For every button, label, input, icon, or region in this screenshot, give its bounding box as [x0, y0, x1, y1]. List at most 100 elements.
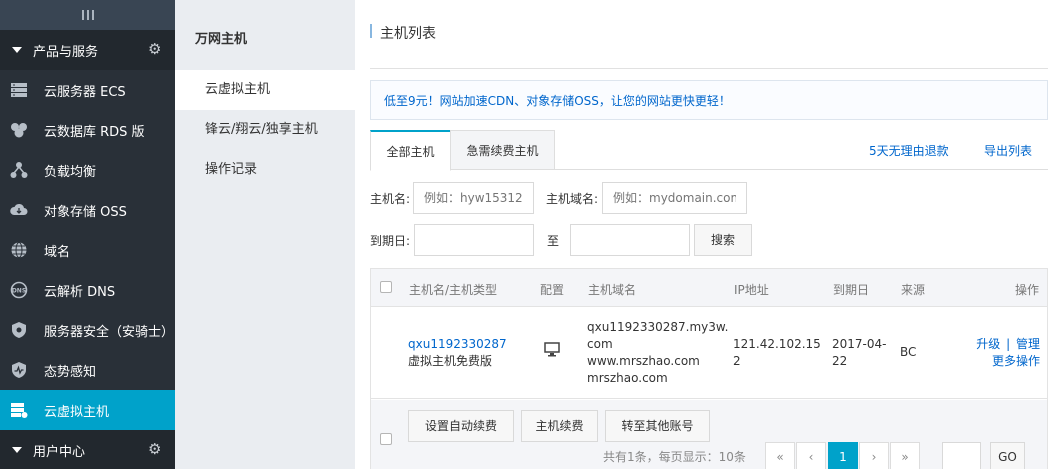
refund-link[interactable]: 5天无理由退款	[869, 142, 949, 159]
monitor-icon[interactable]	[544, 342, 560, 362]
subnav-title: 万网主机	[195, 32, 248, 47]
host-name-label: 主机名:	[370, 192, 411, 206]
expire-date-wrap: 22	[832, 354, 848, 368]
gear-icon[interactable]: ⚙	[148, 442, 163, 457]
host-table: 主机名/主机类型 配置 主机域名 IP地址 到期日 来源 操作 qxu11923…	[370, 268, 1048, 469]
sidebar-item-label: 态势感知	[44, 364, 97, 380]
dns-icon: DNS	[10, 281, 28, 299]
gear-icon[interactable]: ⚙	[148, 42, 163, 57]
host-name-link[interactable]: qxu1192330287	[408, 336, 507, 353]
page-header: 主机列表	[370, 0, 1048, 69]
database-icon	[10, 121, 28, 139]
sidebar-item-label: 云服务器 ECS	[44, 84, 126, 100]
load-balancer-icon	[10, 161, 28, 179]
table-row: qxu1192330287 虚拟主机免费版 qxu1192330287.my3w…	[371, 307, 1047, 399]
sidebar-item-security[interactable]: 服务器安全（安骑士）	[0, 310, 175, 350]
more-actions-link[interactable]: 更多操作	[976, 353, 1040, 370]
sidebar-group-products[interactable]: 产品与服务 ⚙	[0, 30, 175, 70]
pager-page-1[interactable]: 1	[828, 442, 858, 469]
domain-line: www.mrszhao.com	[587, 354, 700, 368]
upgrade-link[interactable]: 升级	[976, 337, 1000, 351]
situation-awareness-icon	[10, 361, 28, 379]
table-footer: 设置自动续费 主机续费 转至其他账号 共有1条，每页显示：10条 « ‹ 1 ›…	[371, 400, 1047, 469]
expire-start-input[interactable]	[414, 224, 534, 256]
search-button[interactable]: 搜索	[694, 224, 752, 256]
page-jump-input[interactable]	[942, 442, 981, 469]
expire-end-input[interactable]	[570, 224, 690, 256]
host-name-input[interactable]	[413, 182, 534, 214]
page-title: 主机列表	[380, 26, 436, 42]
manage-link[interactable]: 管理	[1016, 337, 1040, 351]
sidebar-item-label: 域名	[44, 244, 71, 260]
col-ip: IP地址	[734, 283, 769, 297]
col-expire: 到期日	[833, 283, 870, 297]
ip-address: 121.42.102.15	[733, 337, 821, 351]
table-header: 主机名/主机类型 配置 主机域名 IP地址 到期日 来源 操作	[371, 269, 1047, 307]
shield-icon	[10, 321, 28, 339]
date-range-to-label: 至	[547, 234, 560, 248]
renew-button[interactable]: 主机续费	[521, 410, 598, 442]
tab-renewal-hosts[interactable]: 急需续费主机	[450, 130, 555, 170]
action-separator: |	[1006, 337, 1011, 351]
host-tabs: 全部主机 急需续费主机 5天无理由退款 导出列表	[370, 130, 1048, 171]
grip-icon	[81, 10, 94, 20]
domain-input[interactable]	[602, 182, 747, 214]
domain-line: qxu1192330287.my3w.	[587, 320, 729, 334]
sidebar-group-label: 产品与服务	[33, 44, 99, 60]
caret-down-icon	[12, 447, 22, 453]
sidebar-item-slb[interactable]: 负载均衡	[0, 150, 175, 190]
sidebar-item-label: 云解析 DNS	[44, 284, 116, 300]
sidebar-item-label: 负载均衡	[44, 164, 97, 180]
select-all-checkbox[interactable]	[380, 281, 392, 293]
col-domain: 主机域名	[588, 283, 637, 297]
col-actions: 操作	[1015, 283, 1040, 297]
sidebar-collapse-toggle[interactable]	[0, 0, 175, 30]
sidebar-group-label: 用户中心	[33, 444, 86, 460]
pager-first[interactable]: «	[765, 442, 795, 469]
sidebar-item-label: 服务器安全（安骑士）	[44, 324, 175, 340]
sidebar-item-rds[interactable]: 云数据库 RDS 版	[0, 110, 175, 150]
col-config: 配置	[540, 283, 565, 297]
host-type: 虚拟主机免费版	[408, 354, 493, 368]
domain-label: 主机域名:	[546, 192, 599, 206]
sidebar-item-label: 云虚拟主机	[44, 404, 110, 420]
sub-navigation: 万网主机 云虚拟主机 锋云/翔云/独享主机 操作记录	[175, 0, 355, 469]
sidebar-item-label: 对象存储 OSS	[44, 204, 127, 220]
col-host-name: 主机名/主机类型	[409, 283, 498, 297]
tab-all-hosts[interactable]: 全部主机	[370, 130, 451, 171]
main-content: 主机列表 低至9元！网站加速CDN、对象存储OSS，让您的网站更快更轻！ 全部主…	[370, 0, 1048, 469]
subnav-item-dedicated-host[interactable]: 锋云/翔云/独享主机	[175, 110, 355, 150]
select-all-footer-checkbox[interactable]	[380, 433, 392, 445]
ip-address-wrap: 2	[733, 354, 741, 368]
sidebar-group-user-center[interactable]: 用户中心 ⚙	[0, 430, 175, 469]
sidebar-item-virtual-host[interactable]: 云虚拟主机	[0, 390, 175, 430]
title-accent-bar	[370, 24, 372, 38]
main-sidebar: 产品与服务 ⚙ 云服务器 ECS 云数据库 RDS 版 负载均衡 对象存储 OS…	[0, 0, 175, 469]
cloud-storage-icon	[10, 201, 28, 219]
auto-renew-button[interactable]: 设置自动续费	[408, 410, 514, 442]
sidebar-item-ecs[interactable]: 云服务器 ECS	[0, 70, 175, 110]
col-source: 来源	[901, 283, 926, 297]
sidebar-item-dns[interactable]: DNS 云解析 DNS	[0, 270, 175, 310]
sidebar-item-domain[interactable]: 域名	[0, 230, 175, 270]
export-list-link[interactable]: 导出列表	[984, 142, 1032, 159]
pager-next[interactable]: ›	[859, 442, 889, 469]
pager-prev[interactable]: ‹	[796, 442, 826, 469]
pager-last[interactable]: »	[890, 442, 920, 469]
go-button[interactable]: GO	[990, 442, 1025, 469]
subnav-item-operation-log[interactable]: 操作记录	[175, 150, 355, 190]
transfer-account-button[interactable]: 转至其他账号	[605, 410, 710, 442]
sidebar-item-situation[interactable]: 态势感知	[0, 350, 175, 390]
promo-notice[interactable]: 低至9元！网站加速CDN、对象存储OSS，让您的网站更快更轻！	[370, 80, 1048, 120]
globe-icon	[10, 241, 28, 259]
virtual-host-icon	[10, 401, 28, 419]
expire-date-label: 到期日:	[370, 234, 411, 248]
expire-date: 2017-04-	[832, 337, 887, 351]
subnav-item-virtual-host[interactable]: 云虚拟主机	[175, 70, 355, 110]
svg-text:DNS: DNS	[12, 288, 26, 295]
caret-down-icon	[12, 47, 22, 53]
source: BC	[900, 345, 917, 359]
sidebar-item-label: 云数据库 RDS 版	[44, 124, 145, 140]
sidebar-item-oss[interactable]: 对象存储 OSS	[0, 190, 175, 230]
domain-line: mrszhao.com	[587, 371, 668, 385]
